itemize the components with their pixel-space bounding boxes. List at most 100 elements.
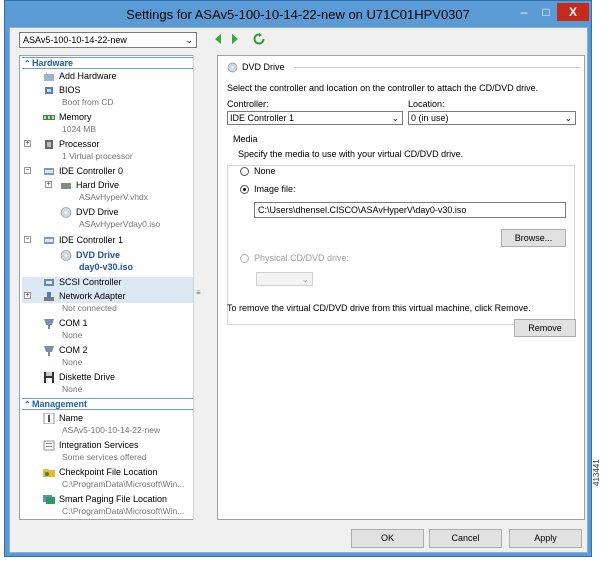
hardware-section-header[interactable]: ⌃ Hardware [22,57,198,69]
expand-icon[interactable]: + [24,292,31,299]
tree-item-bios-detail: Boot from CD [62,97,114,107]
smart-paging-icon [43,495,55,504]
ok-button[interactable]: OK [351,529,424,548]
back-arrow-icon[interactable] [212,33,224,45]
checkpoint-folder-icon [43,469,55,477]
collapse-tree-icon[interactable]: − [24,236,31,243]
figure-id: 413441 [592,459,601,486]
remove-description: To remove the virtual CD/DVD drive from … [227,303,531,313]
physical-drive-select[interactable]: ⌄ [256,272,313,286]
tree-item-dvd-drive-1[interactable]: DVD Drive [76,250,120,261]
location-select-value: 0 (in use) [411,113,449,123]
refresh-icon[interactable] [253,33,265,45]
settings-window: Settings for ASAv5-100-10-14-22-new on U… [4,0,592,557]
minimize-button[interactable]: – [513,3,535,21]
add-hardware-icon [44,72,54,81]
browse-button[interactable]: Browse... [501,229,566,247]
window-title: Settings for ASAv5-100-10-14-22-new on U… [126,7,470,22]
tree-item-integration-services[interactable]: Integration Services [59,440,139,451]
memory-icon [43,115,55,120]
tree-item-com-1[interactable]: COM 1 [59,318,88,329]
tree-item-dvd-drive-0-detail: ASAvHyperVday0.iso [79,219,161,229]
collapse-icon: ⌃ [24,400,31,409]
dvd-disc-icon [60,250,72,261]
vm-selector[interactable]: ASAv5-100-10-14-22-new ⌄ [19,32,197,48]
chevron-down-icon: ⌄ [564,113,572,123]
tree-item-integration-services-detail: Some services offered [62,452,147,462]
tree-item-ide-controller-0[interactable]: IDE Controller 0 [59,166,123,177]
management-section-header[interactable]: ⌃ Management [22,398,198,410]
image-file-path-input[interactable]: C:\Users\dhensel.CISCO\ASAvHyperV\day0-v… [254,202,566,218]
collapse-tree-icon[interactable]: − [24,167,31,174]
dvd-disc-icon [60,207,72,218]
processor-icon [45,140,53,149]
expand-icon[interactable]: + [45,181,52,188]
tree-item-diskette-drive-detail: None [62,384,83,394]
name-tag-icon [43,413,55,424]
physical-drive-radio-label: Physical CD/DVD drive: [254,253,350,263]
tree-item-diskette-drive[interactable]: Diskette Drive [59,372,115,383]
tree-item-network-adapter-detail: Not connected [62,303,117,313]
panel-description: Select the controller and location on th… [227,83,539,93]
tree-item-com-2[interactable]: COM 2 [59,345,88,356]
none-radio[interactable] [240,167,249,176]
tree-item-network-adapter[interactable]: Network Adapter [59,291,126,302]
vm-selector-value: ASAv5-100-10-14-22-new [23,35,127,45]
tree-item-bios[interactable]: BIOS [59,85,81,96]
media-group-label: Media [233,134,258,144]
chevron-down-icon: ⌄ [185,35,193,45]
tree-item-com-1-detail: None [62,330,83,340]
controller-select[interactable]: IDE Controller 1 ⌄ [227,111,403,125]
details-panel: DVD Drive Select the controller and loca… [217,55,585,520]
remove-button[interactable]: Remove [514,319,576,337]
none-radio-label: None [254,166,276,176]
network-adapter-icon [44,292,54,301]
close-button[interactable]: X [557,3,589,21]
forward-arrow-icon[interactable] [229,33,241,45]
tree-item-smart-paging-file-location[interactable]: Smart Paging File Location [59,494,167,505]
apply-button[interactable]: Apply [509,529,582,548]
ide-controller-icon [44,237,54,244]
diskette-icon [44,372,54,383]
settings-tree[interactable]: ⌃ Hardware Add Hardware BIOS Boot from C… [19,55,203,520]
tree-item-dvd-drive-0[interactable]: DVD Drive [76,207,119,218]
ide-controller-icon [44,168,54,175]
tree-item-ide-controller-1[interactable]: IDE Controller 1 [59,235,123,246]
tree-item-name[interactable]: Name [59,413,83,424]
tree-item-memory[interactable]: Memory [59,112,92,123]
tree-item-processor[interactable]: Processor [59,139,100,150]
window-client: ASAv5-100-10-14-22-new ⌄ ⌃ Hardware Add … [9,27,588,553]
tree-item-dvd-drive-1-detail: day0-v30.iso [79,262,134,272]
title-bar[interactable]: Settings for ASAv5-100-10-14-22-new on U… [5,1,591,27]
location-label: Location: [408,99,445,109]
tree-scrollbar[interactable]: ≡ [193,55,204,520]
tree-item-com-2-detail: None [62,357,83,367]
physical-drive-radio[interactable] [240,254,249,263]
image-file-radio[interactable] [240,185,249,194]
com-port-icon [44,346,54,356]
chevron-down-icon: ⌄ [301,274,309,284]
tree-item-checkpoint-file-location-detail: C:\ProgramData\Microsoft\Win... [62,479,185,489]
collapse-icon: ⌃ [24,59,31,68]
tree-item-hard-drive-detail: ASAvHyperV.vhdx [79,192,148,202]
maximize-button[interactable]: □ [535,3,557,21]
bios-chip-icon [45,87,53,94]
panel-title: DVD Drive [242,62,285,72]
tree-item-add-hardware[interactable]: Add Hardware [59,71,117,82]
chevron-down-icon: ⌄ [391,113,399,123]
com-port-icon [44,319,54,329]
controller-select-value: IDE Controller 1 [230,113,295,123]
media-description: Specify the media to use with your virtu… [238,149,464,159]
tree-item-processor-detail: 1 Virtual processor [62,151,133,161]
expand-icon[interactable]: + [24,140,31,147]
location-select[interactable]: 0 (in use) ⌄ [408,111,576,125]
dvd-disc-icon [227,62,238,73]
image-file-radio-label: Image file: [254,184,296,194]
controller-label: Controller: [227,99,269,109]
tree-item-memory-detail: 1024 MB [62,124,97,134]
cancel-button[interactable]: Cancel [429,529,502,548]
tree-item-hard-drive[interactable]: Hard Drive [76,180,119,191]
tree-item-scsi-controller[interactable]: SCSI Controller [59,277,122,288]
tree-item-checkpoint-file-location[interactable]: Checkpoint File Location [59,467,158,478]
hard-drive-icon [61,183,71,189]
